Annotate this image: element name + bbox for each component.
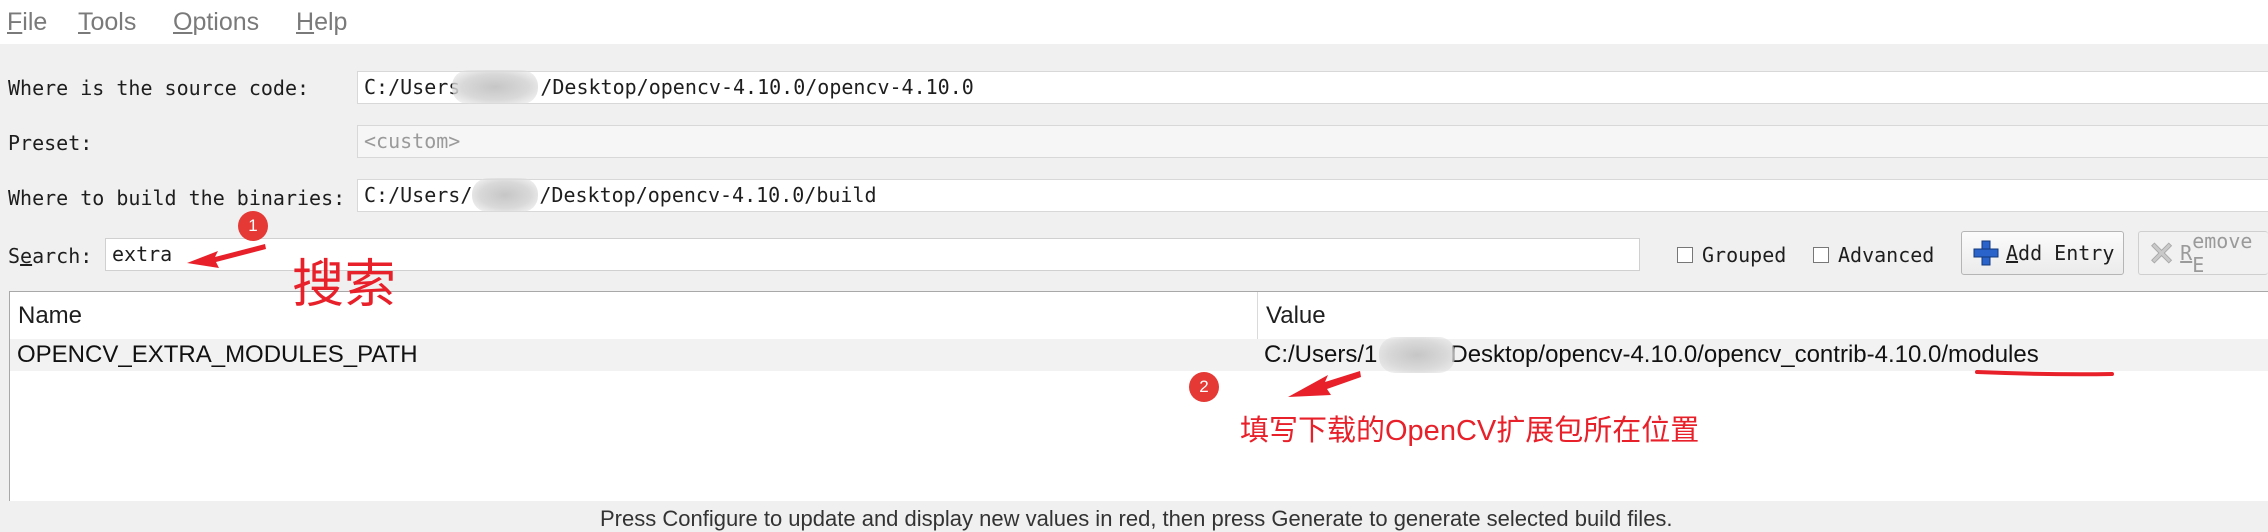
plus-icon (1973, 240, 1999, 266)
build-dir-input[interactable]: C:/Users//Desktop/opencv-4.10.0/build (357, 179, 2268, 212)
table-row[interactable]: OPENCV_EXTRA_MODULES_PATH C:/Users/1 Desk… (10, 339, 2268, 371)
redacted-username-value (1379, 337, 1455, 373)
advanced-checkbox-box[interactable] (1813, 247, 1829, 263)
step-badge-2: 2 (1189, 372, 1219, 402)
menu-tools[interactable]: Tools (78, 8, 136, 37)
add-entry-button[interactable]: Add Entry (1961, 231, 2124, 275)
menu-file[interactable]: File (7, 8, 47, 37)
build-dir-label: Where to build the binaries: (8, 186, 346, 210)
menu-options[interactable]: Options (173, 8, 259, 37)
preset-label: Preset: (8, 131, 93, 155)
grouped-checkbox-box[interactable] (1677, 247, 1693, 263)
remove-entry-button[interactable]: Remove E (2138, 229, 2268, 277)
step-badge-1: 1 (238, 211, 268, 241)
grouped-checkbox[interactable]: Grouped (1677, 243, 1786, 267)
source-code-label: Where is the source code: (8, 76, 310, 100)
search-label: Search: (8, 244, 93, 268)
column-header-value[interactable]: Value (1258, 292, 2268, 339)
menu-bar: File Tools Options Help (0, 0, 2268, 44)
cache-variables-table: Name Value OPENCV_EXTRA_MODULES_PATH C:/… (9, 291, 2268, 501)
redacted-username-build (472, 178, 538, 212)
path-annotation: 填写下载的OpenCV扩展包所在位置 (1240, 415, 1700, 447)
menu-help[interactable]: Help (296, 8, 347, 37)
row-name-cell[interactable]: OPENCV_EXTRA_MODULES_PATH (17, 339, 418, 371)
redacted-username (452, 70, 538, 104)
preset-combobox[interactable]: <custom> (357, 125, 2268, 158)
status-hint-text: Press Configure to update and display ne… (600, 506, 1673, 531)
remove-x-icon (2151, 242, 2173, 264)
search-annotation: 搜索 (292, 256, 397, 314)
column-header-name[interactable]: Name (10, 292, 1257, 339)
source-code-input[interactable]: C:/Users/Desktop/opencv-4.10.0/opencv-4.… (357, 71, 2268, 104)
advanced-checkbox[interactable]: Advanced (1813, 243, 1934, 267)
